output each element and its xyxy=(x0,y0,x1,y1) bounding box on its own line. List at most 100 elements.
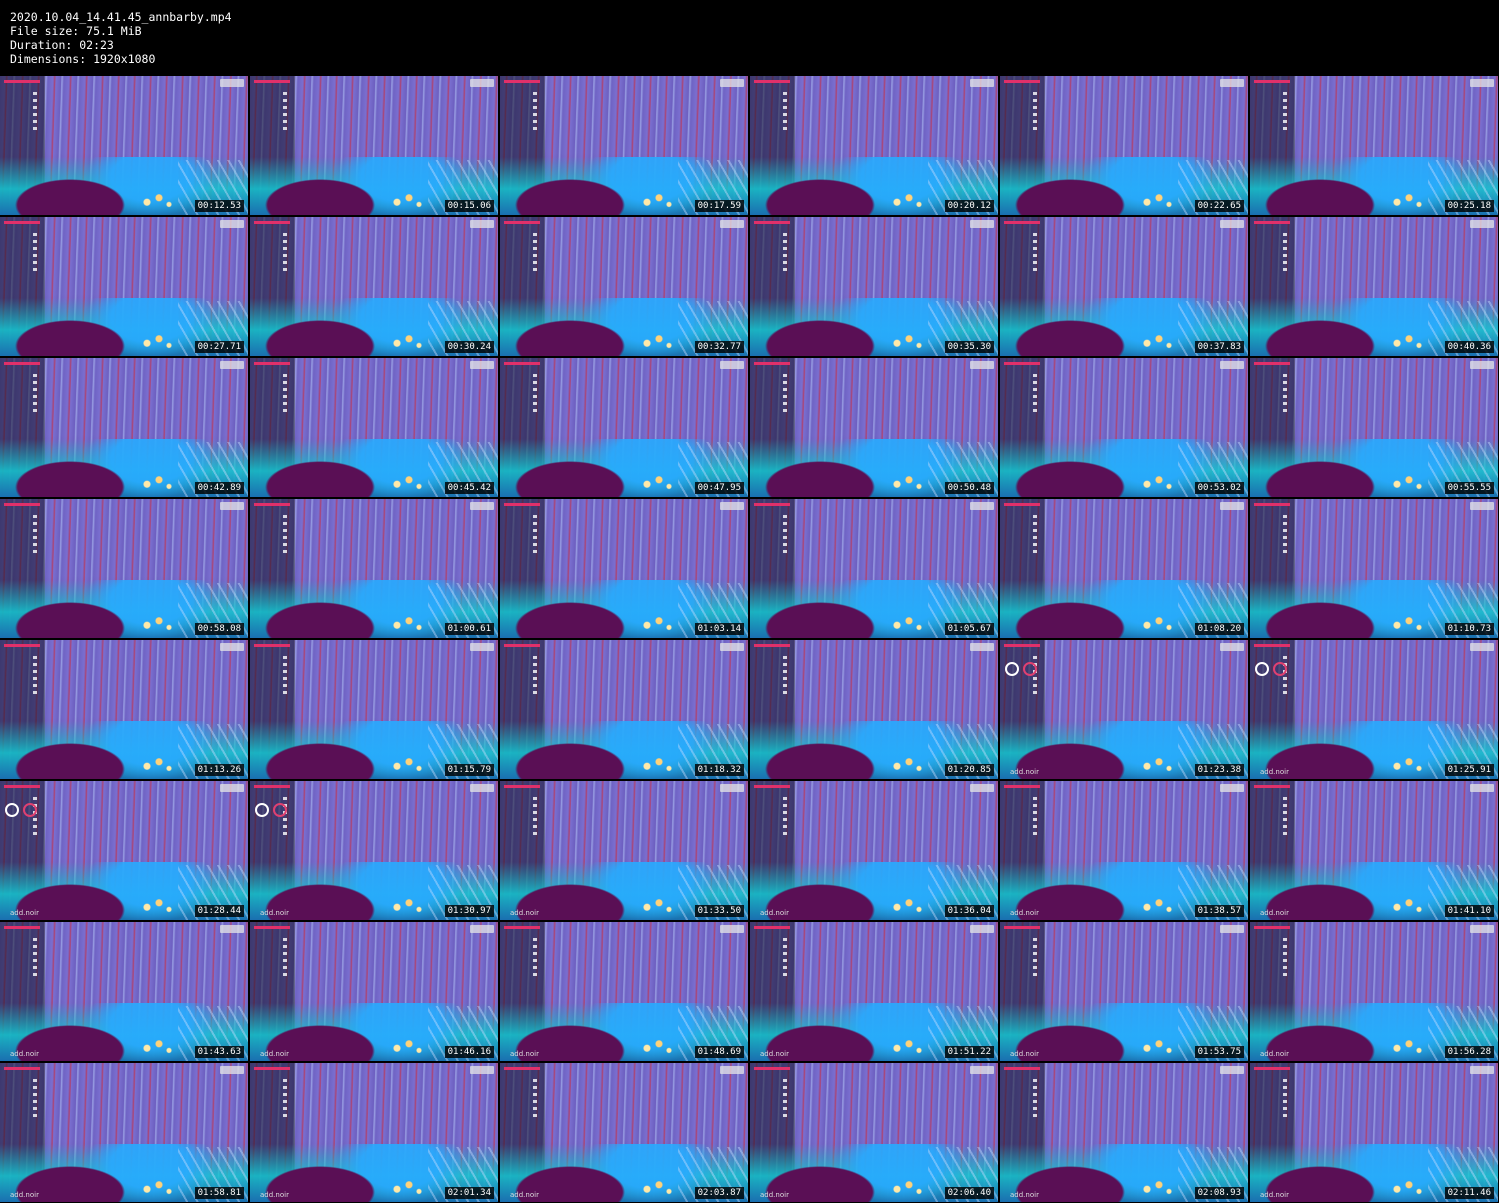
video-thumbnail[interactable]: 00:47.95 xyxy=(500,358,748,497)
video-thumbnail[interactable]: add.noir 01:51.22 xyxy=(750,922,998,1061)
watermark-badge xyxy=(220,220,244,228)
fairy-lights xyxy=(1135,189,1175,211)
ring-icon xyxy=(1273,662,1287,676)
video-thumbnail[interactable]: 00:55.55 xyxy=(1250,358,1498,497)
dimensions: Dimensions: 1920x1080 xyxy=(10,52,156,66)
overlay-caption: add.noir xyxy=(10,909,39,917)
video-thumbnail[interactable]: 00:22.65 xyxy=(1000,76,1248,215)
overlay-caption: add.noir xyxy=(260,909,289,917)
video-thumbnail[interactable]: add.noir 02:08.93 xyxy=(1000,1063,1248,1202)
video-thumbnail[interactable]: 01:15.79 xyxy=(250,640,498,779)
timestamp: 01:33.50 xyxy=(694,905,744,917)
video-thumbnail[interactable]: add.noir 01:25.91 xyxy=(1250,640,1498,779)
fairy-lights xyxy=(1135,471,1175,493)
video-thumbnail[interactable]: 00:40.36 xyxy=(1250,217,1498,356)
file-name: 2020.10.04_14.41.45_annbarby.mp4 xyxy=(10,10,232,24)
timestamp: 01:51.22 xyxy=(944,1046,994,1058)
video-thumbnail[interactable]: 01:10.73 xyxy=(1250,499,1498,638)
overlay-caption: add.noir xyxy=(260,1050,289,1058)
timestamp: 02:01.34 xyxy=(444,1187,494,1199)
video-thumbnail[interactable]: add.noir 01:30.97 xyxy=(250,781,498,920)
watermark-badge xyxy=(970,784,994,792)
watermark-badge xyxy=(470,784,494,792)
watermark-badge xyxy=(970,79,994,87)
timestamp: 02:06.40 xyxy=(944,1187,994,1199)
ring-icons xyxy=(1255,662,1287,676)
ring-icons xyxy=(1005,662,1037,676)
video-thumbnail[interactable]: 00:32.77 xyxy=(500,217,748,356)
overlay-caption: add.noir xyxy=(760,1191,789,1199)
overlay-caption: add.noir xyxy=(1260,1050,1289,1058)
video-thumbnail[interactable]: add.noir 02:03.87 xyxy=(500,1063,748,1202)
watermark-badge xyxy=(220,784,244,792)
video-thumbnail[interactable]: add.noir 01:46.16 xyxy=(250,922,498,1061)
video-thumbnail[interactable]: 00:42.89 xyxy=(0,358,248,497)
watermark-badge xyxy=(220,502,244,510)
watermark-badge xyxy=(470,502,494,510)
timestamp: 01:13.26 xyxy=(194,764,244,776)
video-thumbnail[interactable]: add.noir 01:38.57 xyxy=(1000,781,1248,920)
fairy-lights xyxy=(635,1035,675,1057)
ring-icons xyxy=(255,803,287,817)
fairy-lights xyxy=(885,189,925,211)
timestamp: 01:41.10 xyxy=(1444,905,1494,917)
video-thumbnail[interactable]: 00:45.42 xyxy=(250,358,498,497)
video-thumbnail[interactable]: 00:30.24 xyxy=(250,217,498,356)
video-thumbnail[interactable]: add.noir 02:06.40 xyxy=(750,1063,998,1202)
thumbnail-grid: 00:12.53 00:15.06 00:17.59 00:20.12 00:22.65… xyxy=(0,76,1499,1203)
fairy-lights xyxy=(385,471,425,493)
video-thumbnail[interactable]: 01:08.20 xyxy=(1000,499,1248,638)
video-thumbnail[interactable]: 01:03.14 xyxy=(500,499,748,638)
video-thumbnail[interactable]: add.noir 01:33.50 xyxy=(500,781,748,920)
video-thumbnail[interactable]: add.noir 01:58.81 xyxy=(0,1063,248,1202)
fairy-lights xyxy=(1385,189,1425,211)
timestamp: 00:58.08 xyxy=(194,623,244,635)
video-thumbnail[interactable]: 00:58.08 xyxy=(0,499,248,638)
video-thumbnail[interactable]: add.noir 01:23.38 xyxy=(1000,640,1248,779)
video-thumbnail[interactable]: 00:27.71 xyxy=(0,217,248,356)
fairy-lights xyxy=(1135,1176,1175,1198)
overlay-caption: add.noir xyxy=(260,1191,289,1199)
timestamp: 01:48.69 xyxy=(694,1046,744,1058)
video-thumbnail[interactable]: 00:12.53 xyxy=(0,76,248,215)
watermark-badge xyxy=(1470,502,1494,510)
fairy-lights xyxy=(885,894,925,916)
video-thumbnail[interactable]: add.noir 02:11.46 xyxy=(1250,1063,1498,1202)
watermark-badge xyxy=(220,79,244,87)
timestamp: 01:30.97 xyxy=(444,905,494,917)
watermark-badge xyxy=(220,1066,244,1074)
video-thumbnail[interactable]: add.noir 01:53.75 xyxy=(1000,922,1248,1061)
fairy-lights xyxy=(135,1035,175,1057)
video-thumbnail[interactable]: 01:05.67 xyxy=(750,499,998,638)
video-thumbnail[interactable]: 01:18.32 xyxy=(500,640,748,779)
video-thumbnail[interactable]: 00:20.12 xyxy=(750,76,998,215)
watermark-badge xyxy=(970,1066,994,1074)
overlay-caption: add.noir xyxy=(1260,768,1289,776)
overlay-caption: add.noir xyxy=(510,1050,539,1058)
video-thumbnail[interactable]: 00:15.06 xyxy=(250,76,498,215)
video-thumbnail[interactable]: 01:20.85 xyxy=(750,640,998,779)
fairy-lights xyxy=(1135,612,1175,634)
video-thumbnail[interactable]: 01:13.26 xyxy=(0,640,248,779)
video-thumbnail[interactable]: add.noir 01:56.28 xyxy=(1250,922,1498,1061)
video-thumbnail[interactable]: 01:00.61 xyxy=(250,499,498,638)
watermark-badge xyxy=(1470,643,1494,651)
video-thumbnail[interactable]: add.noir 01:28.44 xyxy=(0,781,248,920)
video-thumbnail[interactable]: add.noir 02:01.34 xyxy=(250,1063,498,1202)
video-thumbnail[interactable]: add.noir 01:48.69 xyxy=(500,922,748,1061)
fairy-lights xyxy=(135,1176,175,1198)
watermark-badge xyxy=(220,643,244,651)
video-thumbnail[interactable]: add.noir 01:36.04 xyxy=(750,781,998,920)
video-thumbnail[interactable]: 00:50.48 xyxy=(750,358,998,497)
timestamp: 00:37.83 xyxy=(1194,341,1244,353)
watermark-badge xyxy=(1470,361,1494,369)
video-thumbnail[interactable]: 00:25.18 xyxy=(1250,76,1498,215)
video-thumbnail[interactable]: add.noir 01:43.63 xyxy=(0,922,248,1061)
video-thumbnail[interactable]: 00:37.83 xyxy=(1000,217,1248,356)
video-thumbnail[interactable]: 00:35.30 xyxy=(750,217,998,356)
video-thumbnail[interactable]: 00:17.59 xyxy=(500,76,748,215)
ring-icon xyxy=(1005,662,1019,676)
watermark-badge xyxy=(720,79,744,87)
video-thumbnail[interactable]: 00:53.02 xyxy=(1000,358,1248,497)
video-thumbnail[interactable]: add.noir 01:41.10 xyxy=(1250,781,1498,920)
